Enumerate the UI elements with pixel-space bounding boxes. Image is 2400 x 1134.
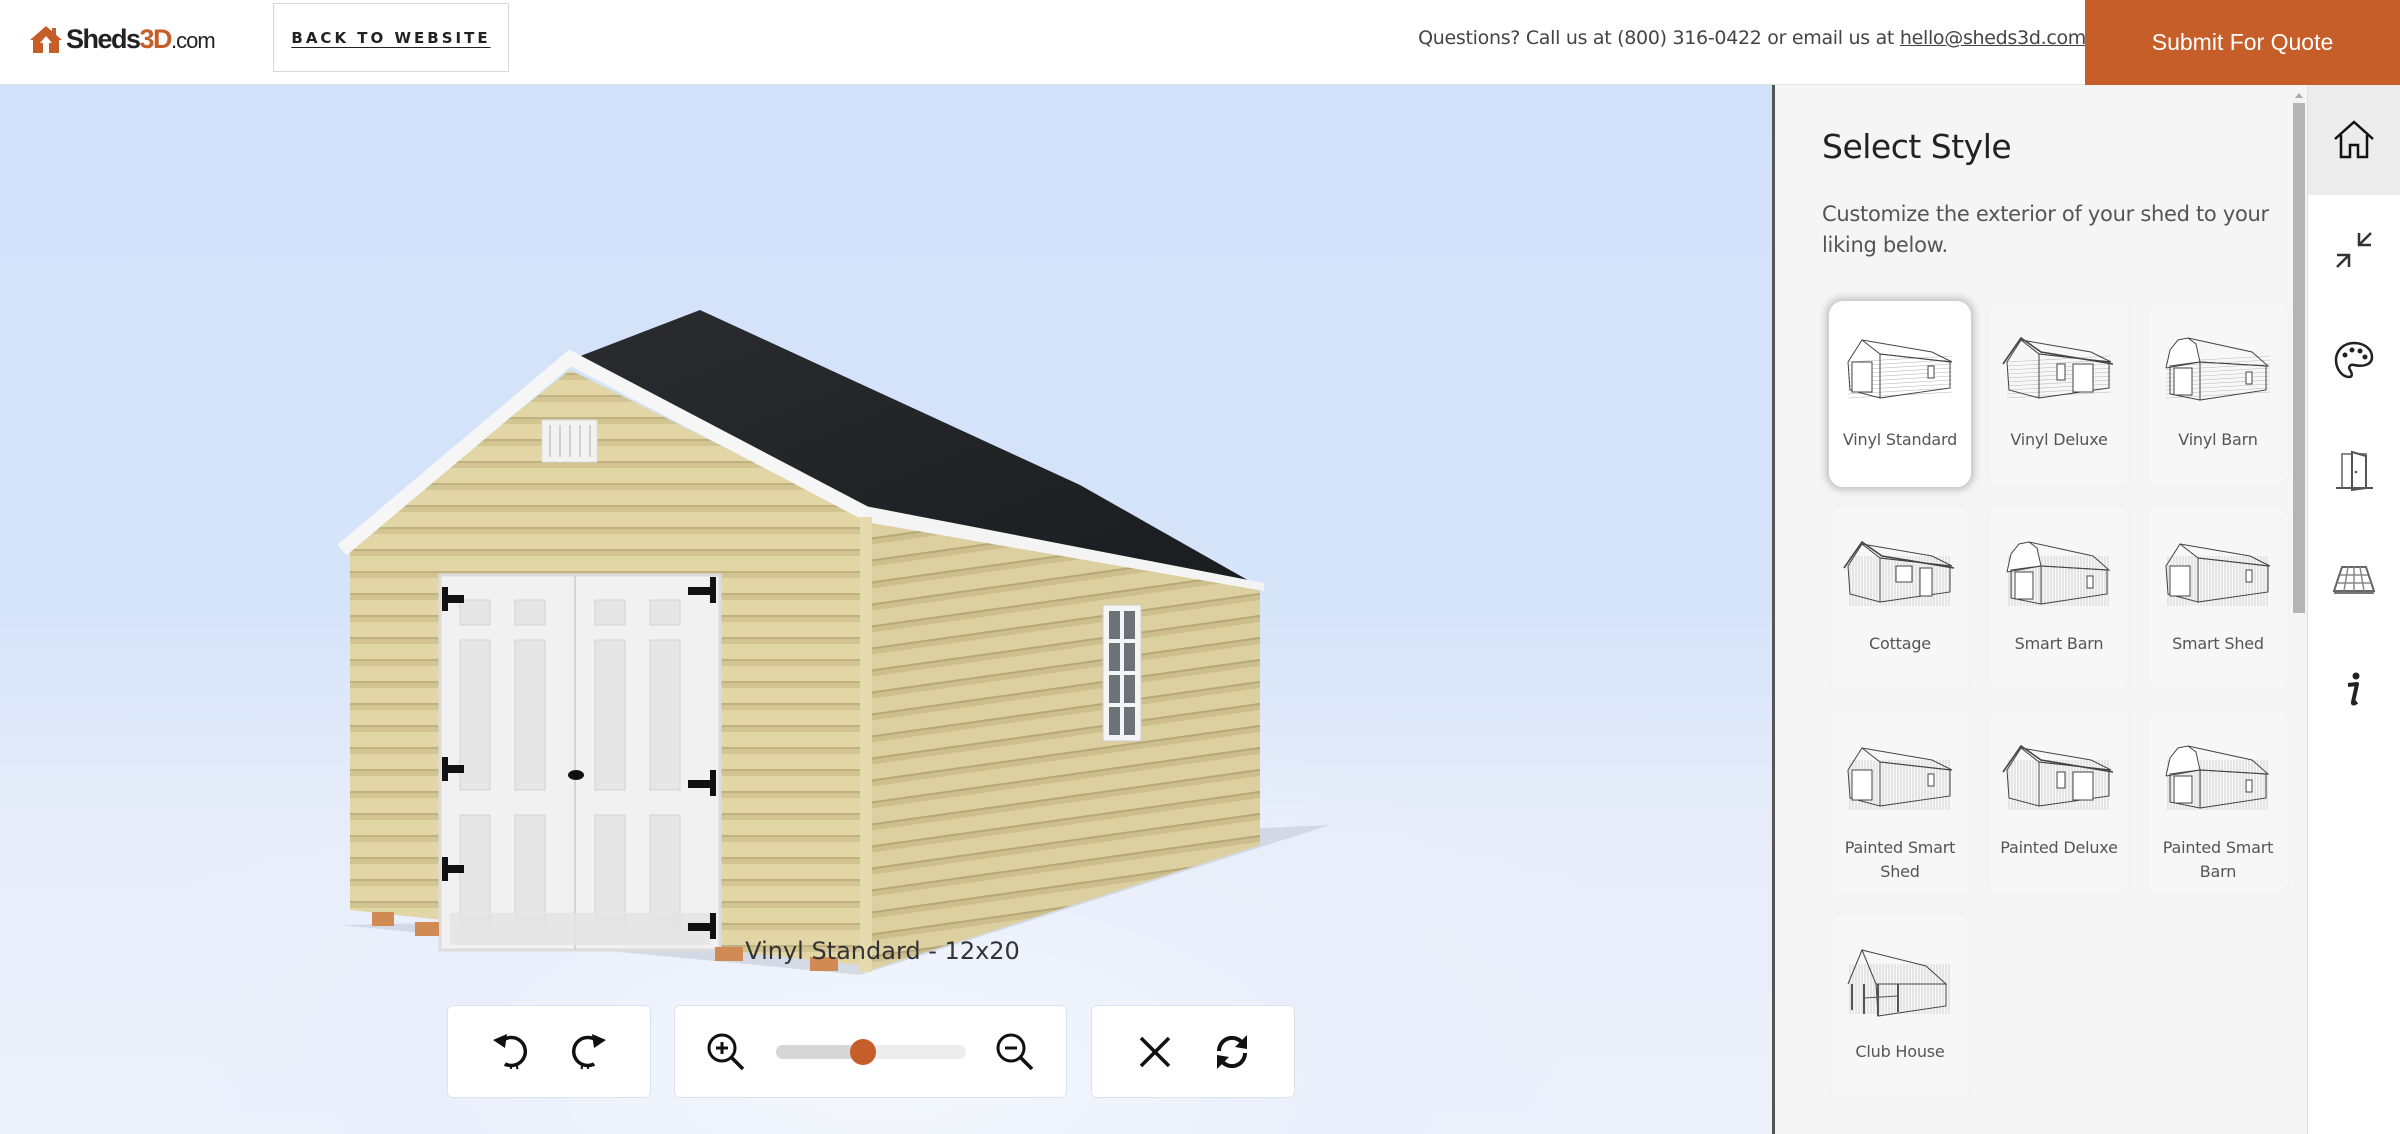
rotate-right-button[interactable] xyxy=(563,1027,613,1077)
rail-home-button[interactable] xyxy=(2308,85,2400,195)
style-card-club-house[interactable]: Club House xyxy=(1829,913,1971,1099)
style-card-painted-smart-shed[interactable]: Painted Smart Shed xyxy=(1829,709,1971,895)
scroll-thumb[interactable] xyxy=(2293,103,2305,613)
style-card-label: Vinyl Deluxe xyxy=(2010,430,2108,449)
rail-collapse-button[interactable] xyxy=(2308,195,2400,305)
zoom-slider[interactable] xyxy=(775,1038,966,1065)
info-icon xyxy=(2347,672,2360,706)
collapse-icon xyxy=(2336,232,2372,268)
zoom-controls xyxy=(674,1005,1067,1098)
style-panel: Select Style Customize the exterior of y… xyxy=(1772,85,2308,1134)
style-card-label: Smart Barn xyxy=(2014,634,2104,653)
style-panel-content: Select Style Customize the exterior of y… xyxy=(1797,85,2289,1134)
back-to-website-button[interactable]: BACK TO WEBSITE xyxy=(273,3,509,72)
logo[interactable]: Sheds3D.com xyxy=(28,23,216,54)
shed-style-icon xyxy=(2006,541,2111,606)
shed-style-icon xyxy=(1847,948,1950,1017)
shed-side-window xyxy=(1102,604,1142,742)
email-link[interactable]: hello@sheds3d.com xyxy=(1900,27,2086,49)
house-logo-icon xyxy=(30,26,62,53)
style-card-painted-deluxe[interactable]: Painted Deluxe xyxy=(1988,709,2130,895)
rail-colors-button[interactable] xyxy=(2308,305,2400,415)
floor-icon xyxy=(2332,566,2376,594)
icon-rail xyxy=(2308,85,2400,1134)
shed-style-icon xyxy=(2165,745,2270,810)
shed-style-icon xyxy=(1847,747,1953,810)
style-card-vinyl-deluxe[interactable]: Vinyl Deluxe xyxy=(1988,301,2130,487)
style-card-smart-barn[interactable]: Smart Barn xyxy=(1988,505,2130,691)
style-card-label: Club House xyxy=(1855,1042,1945,1061)
style-card-label: Cottage xyxy=(1869,634,1931,653)
shed-style-icon xyxy=(2002,744,2114,810)
style-card-label: Smart Shed xyxy=(2172,634,2264,653)
contact-info: Questions? Call us at (800) 316-0422 or … xyxy=(1418,27,2086,49)
rotate-left-button[interactable] xyxy=(486,1027,536,1077)
refresh-icon xyxy=(1216,1034,1247,1069)
style-card-painted-smart-barn[interactable]: Painted Smart Barn xyxy=(2147,709,2289,895)
style-card-label: Vinyl Standard xyxy=(1842,430,1958,449)
style-card-cottage[interactable]: Cottage xyxy=(1829,505,1971,691)
rotate-right-icon xyxy=(571,1033,606,1069)
door-icon xyxy=(2336,450,2373,492)
style-card-vinyl-barn[interactable]: Vinyl Barn xyxy=(2147,301,2289,487)
shed-double-door xyxy=(438,573,722,952)
zoom-in-button[interactable] xyxy=(701,1027,751,1077)
rotate-left-icon xyxy=(492,1033,527,1069)
shed-style-icon xyxy=(2165,337,2271,401)
style-grid: Vinyl Standard Vinyl Deluxe Vinyl Barn C… xyxy=(1829,301,2301,1099)
shed-style-icon xyxy=(2002,336,2114,399)
rail-info-button[interactable] xyxy=(2308,635,2400,745)
shed-style-icon xyxy=(2165,543,2271,606)
style-card-label: Painted Smart Barn xyxy=(2162,838,2274,881)
scroll-up-arrow[interactable] xyxy=(2295,93,2303,98)
zoom-slider-thumb[interactable] xyxy=(849,1038,876,1065)
rail-doors-button[interactable] xyxy=(2308,415,2400,525)
shed-3d-model[interactable] xyxy=(320,265,1360,1025)
rail-flooring-button[interactable] xyxy=(2308,525,2400,635)
top-header: Sheds3D.com BACK TO WEBSITE Questions? C… xyxy=(0,0,2400,85)
submit-for-quote-button[interactable]: Submit For Quote xyxy=(2085,0,2400,85)
panel-title: Select Style xyxy=(1822,127,2012,166)
model-label: Vinyl Standard - 12x20 xyxy=(745,937,1020,965)
style-card-vinyl-standard[interactable]: Vinyl Standard xyxy=(1829,301,1971,487)
panel-description: Customize the exterior of your shed to y… xyxy=(1822,202,2269,257)
3d-viewport[interactable]: Vinyl Standard - 12x20 xyxy=(0,85,1772,1134)
shed-corner-trim xyxy=(860,517,872,972)
shed-style-icon xyxy=(1847,339,1953,399)
zoom-in-icon xyxy=(707,1033,745,1070)
shed-style-icon xyxy=(1843,540,1955,606)
view-controls xyxy=(1091,1005,1295,1098)
style-card-label: Vinyl Barn xyxy=(2178,430,2258,449)
contact-text: Questions? Call us at (800) 316-0422 or … xyxy=(1418,27,1900,49)
shed-side-wall xyxy=(860,515,1260,970)
back-to-website-label: BACK TO WEBSITE xyxy=(291,28,491,47)
style-card-smart-shed[interactable]: Smart Shed xyxy=(2147,505,2289,691)
zoom-out-button[interactable] xyxy=(990,1027,1040,1077)
style-card-label: Painted Deluxe xyxy=(2000,838,2118,857)
reset-view-button[interactable] xyxy=(1207,1027,1257,1077)
rotate-controls xyxy=(447,1005,651,1098)
panel-scrollbar[interactable] xyxy=(2291,85,2308,1134)
logo-text: Sheds3D.com xyxy=(66,23,216,54)
zoom-out-icon xyxy=(996,1033,1034,1070)
close-view-button[interactable] xyxy=(1130,1027,1180,1077)
home-icon xyxy=(2334,120,2374,159)
close-icon xyxy=(1139,1036,1170,1067)
palette-icon xyxy=(2334,341,2374,379)
style-card-label: Painted Smart Shed xyxy=(1844,838,1956,881)
